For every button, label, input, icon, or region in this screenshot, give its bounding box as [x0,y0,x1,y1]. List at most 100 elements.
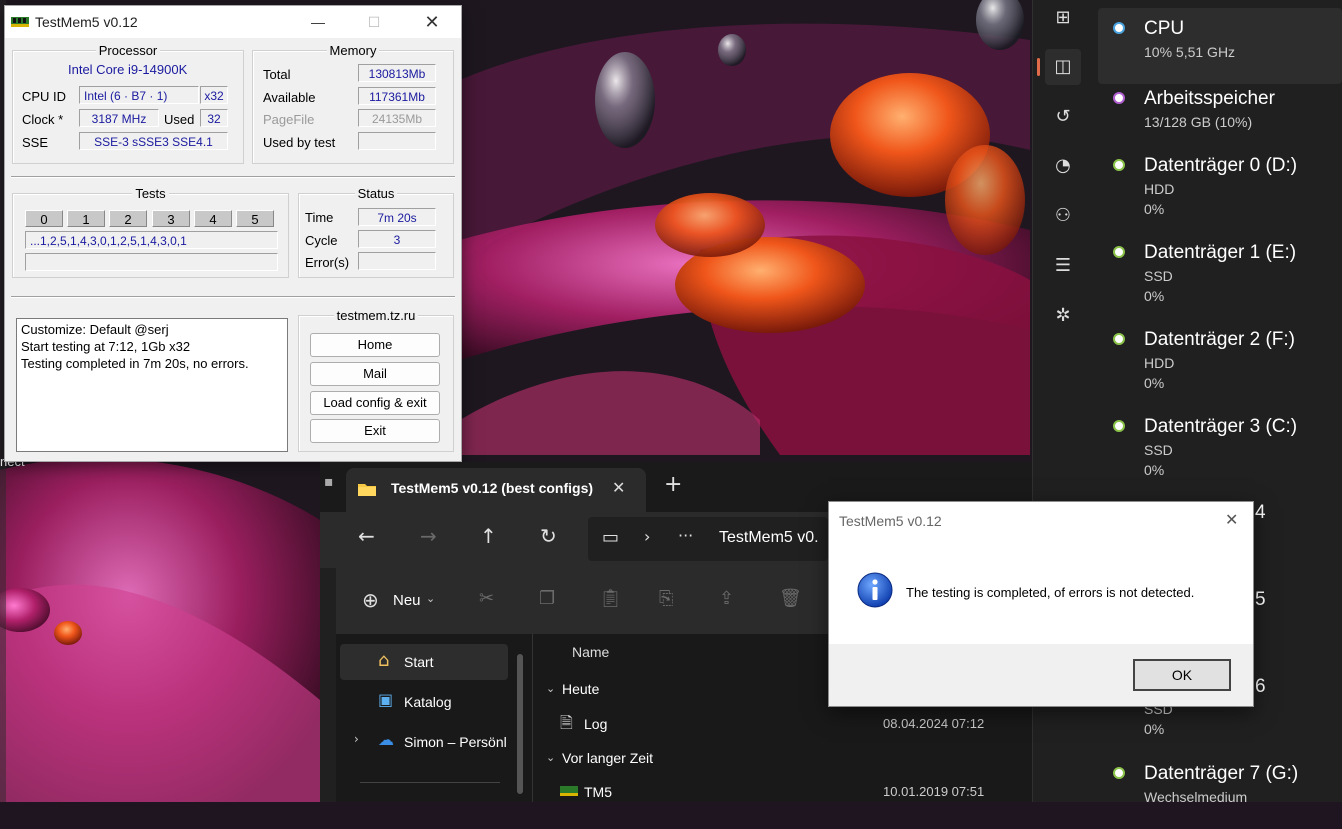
delete-icon[interactable]: 🗑︎ [779,588,802,609]
sse-value: SSE-3 sSSE3 SSE4.1 [79,132,228,150]
paste-icon[interactable]: 📋︎ [599,588,622,609]
resource-disk-2[interactable]: Datenträger 2 (F:) HDD 0% [1098,319,1342,395]
history-icon[interactable]: ↺ [1045,99,1081,135]
total-value: 130813Mb [358,64,436,82]
active-indicator [1037,58,1040,76]
users-icon[interactable]: ⚇ [1045,198,1081,234]
file-name: TM5 [584,784,612,800]
close-tab-icon[interactable]: ✕ [612,478,625,497]
gallery-icon: ▣ [378,690,394,709]
resource-usage: 0% [1144,201,1165,217]
resource-disk-7[interactable]: Datenträger 7 (G:) Wechselmedium [1098,753,1342,829]
performance-icon[interactable]: ◫ [1045,49,1081,85]
nav-item-label: Katalog [404,694,452,710]
resource-disk-1[interactable]: Datenträger 1 (E:) SSD 0% [1098,232,1342,308]
list-item[interactable]: 🗎︎ Log 08.04.2024 07:12 [556,712,1032,736]
test-4: 4 [194,210,232,227]
address-bar[interactable]: ▭ › ··· TestMem5 v0. [588,517,828,561]
forward-arrow-icon[interactable]: → [420,524,437,548]
test-1: 1 [67,210,105,227]
load-config-exit-button[interactable]: Load config & exit [310,391,440,415]
new-button[interactable]: Neu [393,592,421,609]
sse-label: SSE [22,135,49,150]
chevron-down-icon[interactable]: ⌄ [546,682,555,695]
status-dot [1113,767,1125,779]
close-button[interactable]: ✕ [409,6,455,38]
testmem5-window: TestMem5 v0.12 — ☐ ✕ Processor Intel Cor… [4,5,462,462]
nav-item-katalog[interactable]: ▣ Katalog [340,684,508,720]
column-header-name[interactable]: Name [572,644,609,660]
resource-disk-4-suffix[interactable]: 4 [1255,502,1266,524]
resource-disk-3[interactable]: Datenträger 3 (C:) SSD 0% [1098,406,1342,482]
resource-disk-5-suffix[interactable]: 5 [1255,589,1266,611]
dialog-message: The testing is completed, of errors is n… [906,585,1195,600]
file-date: 10.01.2019 07:51 [883,784,985,799]
chevron-down-icon[interactable]: ⌄ [546,751,555,764]
share-icon[interactable]: ⇪ [719,588,734,609]
resource-disk-0[interactable]: Datenträger 0 (D:) HDD 0% [1098,145,1342,221]
cpuid-value: Intel (6 · B7 · 1) [79,86,199,104]
back-arrow-icon[interactable]: ← [358,524,375,548]
ram-chip-icon [11,17,29,27]
ok-button[interactable]: OK [1133,659,1231,691]
log-box[interactable]: Customize: Default @serj Start testing a… [16,318,288,452]
copy-icon[interactable]: ❐ [539,588,555,609]
home-button[interactable]: Home [310,333,440,357]
startup-icon[interactable]: ◔ [1045,148,1081,184]
details-icon[interactable]: ☰ [1045,248,1081,284]
resource-cpu[interactable]: CPU 10% 5,51 GHz [1098,8,1342,84]
log-line: Customize: Default @serj [21,322,169,337]
separator [11,296,455,298]
nav-item-onedrive[interactable]: › ☁ Simon – Persönl [340,724,508,760]
nav-scrollbar[interactable] [517,654,523,794]
tab-testmem5-best-configs[interactable]: TestMem5 v0.12 (best configs) ✕ [346,468,646,512]
window-title: TestMem5 v0.12 [35,14,138,30]
resource-memory[interactable]: Arbeitsspeicher 13/128 GB (10%) [1098,78,1342,154]
memory-label: Memory [326,43,380,58]
time-label: Time [305,210,334,225]
test-0: 0 [25,210,63,227]
group-header[interactable]: Vor langer Zeit [562,750,653,766]
computer-icon: ▭ [602,527,620,548]
new-tab-icon[interactable]: + [664,472,682,497]
more-path-icon[interactable]: ··· [678,526,693,545]
nav-item-start[interactable]: ⌂ Start [340,644,508,680]
chevron-down-icon[interactable]: ⌄ [426,592,435,605]
close-icon[interactable]: ✕ [1225,510,1238,530]
title-bar[interactable]: TestMem5 v0.12 — ☐ ✕ [5,6,461,38]
nav-item-label: Simon – Persönl [404,734,507,750]
chevron-right-icon[interactable]: › [354,732,359,746]
path-segment[interactable]: TestMem5 v0. [719,529,819,547]
group-header[interactable]: Heute [562,681,599,697]
nav-item-label: Start [404,654,434,670]
resource-usage: 0% [1144,462,1165,478]
cpuid-label: CPU ID [22,89,67,104]
window-icon: ▪ [324,474,334,490]
mail-button[interactable]: Mail [310,362,440,386]
cycle-label: Cycle [305,233,338,248]
status-dot [1113,420,1125,432]
nav-separator [360,782,500,783]
list-item[interactable]: TM5 10.01.2019 07:51 [556,780,1032,802]
status-dot [1113,159,1125,171]
up-arrow-icon[interactable]: ↑ [480,524,497,548]
services-icon[interactable]: ✲ [1045,298,1081,334]
status-dot [1113,333,1125,345]
resource-name: Arbeitsspeicher [1144,88,1275,109]
plus-circle-icon[interactable]: ⊕ [362,588,379,612]
resource-disk-6-suffix[interactable]: 6 [1255,676,1266,698]
dialog-title-bar[interactable]: TestMem5 v0.12 ✕ [829,502,1253,538]
maximize-button[interactable]: ☐ [351,6,397,38]
chevron-right-icon[interactable]: › [644,527,650,546]
processor-label: Processor [95,43,161,58]
folder-icon [358,484,376,496]
processes-icon[interactable]: ⊞ [1045,0,1081,36]
rename-icon[interactable]: ⎘ [659,588,673,609]
log-line: Start testing at 7:12, 1Gb x32 [21,339,191,354]
refresh-icon[interactable]: ↻ [540,524,557,548]
status-dot [1113,246,1125,258]
available-label: Available [263,90,316,105]
minimize-button[interactable]: — [295,6,341,38]
exit-button[interactable]: Exit [310,419,440,443]
cut-icon[interactable]: ✂ [479,588,494,609]
